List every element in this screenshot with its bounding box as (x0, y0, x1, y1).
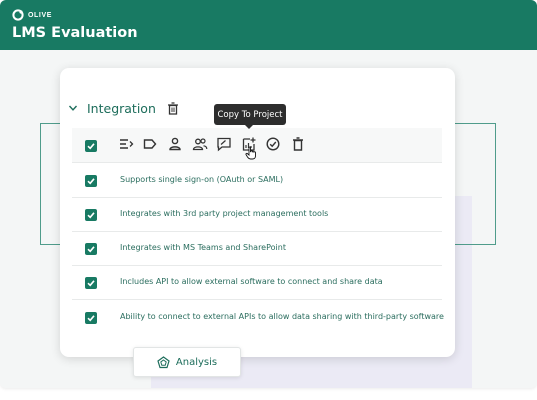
select-all-checkbox[interactable] (85, 140, 97, 152)
check-circle-icon[interactable] (265, 136, 281, 152)
tab-analysis[interactable]: Analysis (133, 347, 241, 377)
requirement-text: Includes API to allow external software … (120, 277, 383, 286)
trash-icon[interactable] (290, 136, 306, 152)
chevron-down-icon[interactable] (68, 103, 78, 113)
list-icon[interactable] (118, 136, 134, 152)
brand-name: OLIVE (28, 11, 53, 19)
row-checkbox[interactable] (85, 277, 97, 289)
person-icon[interactable] (167, 136, 183, 152)
row-checkbox[interactable] (85, 243, 97, 255)
row-checkbox[interactable] (85, 209, 97, 221)
requirement-row[interactable]: Ability to connect to external APIs to a… (72, 300, 444, 334)
requirement-row[interactable]: Integrates with 3rd party project manage… (72, 198, 442, 232)
row-checkbox[interactable] (85, 312, 97, 324)
tooltip-text: Copy To Project (217, 109, 283, 120)
section-title: Integration (87, 100, 156, 116)
hand-cursor-icon (245, 146, 256, 160)
tag-icon[interactable] (142, 136, 158, 152)
brand-logo: OLIVE (12, 9, 52, 21)
row-checkbox[interactable] (85, 175, 97, 187)
section-header: Integration (68, 98, 179, 118)
delete-section-icon[interactable] (167, 101, 179, 115)
people-icon[interactable] (192, 136, 208, 152)
requirement-text: Integrates with 3rd party project manage… (120, 209, 329, 218)
requirement-row[interactable]: Supports single sign-on (OAuth or SAML) (72, 164, 442, 198)
page-title: LMS Evaluation (12, 25, 138, 41)
requirement-text: Ability to connect to external APIs to a… (120, 312, 444, 321)
requirement-row[interactable]: Includes API to allow external software … (72, 266, 442, 300)
requirement-text: Supports single sign-on (OAuth or SAML) (120, 175, 284, 184)
requirement-text: Integrates with MS Teams and SharePoint (120, 243, 286, 252)
olive-logo-icon (12, 9, 24, 21)
comment-icon[interactable] (216, 136, 232, 152)
analysis-icon (157, 355, 170, 368)
copy-to-project-tooltip: Copy To Project (214, 104, 286, 129)
requirement-row[interactable]: Integrates with MS Teams and SharePoint (72, 232, 442, 266)
tab-analysis-label: Analysis (175, 356, 218, 368)
app-header: OLIVE LMS Evaluation (0, 0, 537, 50)
